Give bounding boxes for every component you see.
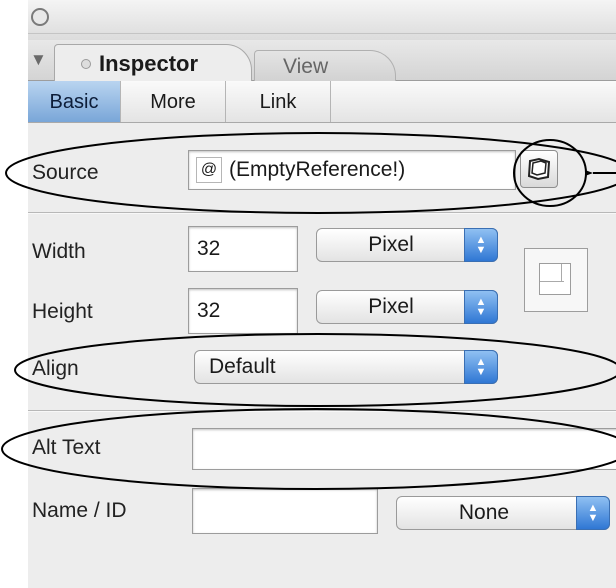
width-unit-select[interactable]: Pixel ▲ ▼ [316, 228, 498, 262]
file-browse-icon [527, 157, 551, 181]
section-divider-2-highlight [28, 411, 616, 412]
tab-view-label: View [283, 55, 329, 78]
subtab-basic[interactable]: Basic [28, 81, 121, 122]
section-divider-highlight [28, 213, 616, 214]
source-value: (EmptyReference!) [229, 158, 406, 181]
name-id-label: Name / ID [32, 499, 127, 522]
width-unit-value: Pixel [368, 233, 414, 256]
width-unit-stepper-icon: ▲ ▼ [464, 228, 498, 262]
close-button[interactable] [31, 8, 49, 26]
align-stepper-icon: ▲ ▼ [464, 350, 498, 384]
alt-text-field[interactable] [192, 428, 616, 470]
height-unit-value: Pixel [368, 295, 414, 318]
subtab-link[interactable]: Link [226, 81, 331, 122]
tab-inspector-label: Inspector [99, 51, 199, 76]
sub-tab-bar: Basic More Link [28, 81, 616, 123]
reference-icon: @ [196, 157, 222, 183]
subtab-more-label: More [150, 91, 196, 113]
name-id-stepper-icon: ▲ ▼ [576, 496, 610, 530]
height-field[interactable]: 32 [188, 288, 298, 334]
tab-bar: ▼ Inspector View [28, 40, 616, 81]
browse-button[interactable] [520, 150, 558, 188]
alt-text-label: Alt Text [32, 436, 101, 459]
title-bar [28, 0, 616, 40]
alignment-preview [524, 248, 588, 312]
height-label: Height [32, 300, 93, 323]
align-select[interactable]: Default ▲ ▼ [194, 350, 498, 384]
subtab-link-label: Link [259, 91, 297, 113]
subtab-more[interactable]: More [121, 81, 226, 122]
inspector-panel: ▼ Inspector View Basic More Link Source … [28, 0, 616, 588]
image-placeholder-icon [539, 263, 571, 295]
name-id-option-value: None [458, 501, 510, 524]
disclosure-triangle-icon[interactable]: ▼ [30, 50, 47, 70]
width-value: 32 [197, 237, 221, 260]
source-field[interactable]: @ (EmptyReference!) [188, 150, 516, 190]
width-label: Width [32, 240, 86, 263]
height-unit-select[interactable]: Pixel ▲ ▼ [316, 290, 498, 324]
tab-status-icon [81, 59, 91, 69]
height-value: 32 [197, 299, 221, 322]
align-value: Default [209, 355, 276, 378]
align-label: Align [32, 357, 79, 380]
title-divider [28, 33, 616, 34]
name-id-field[interactable] [192, 488, 378, 534]
width-field[interactable]: 32 [188, 226, 298, 272]
subtab-basic-label: Basic [49, 91, 99, 113]
source-label: Source [32, 161, 99, 184]
name-id-select[interactable]: None ▲ ▼ [396, 496, 610, 530]
tab-inspector[interactable]: Inspector [54, 44, 252, 81]
height-unit-stepper-icon: ▲ ▼ [464, 290, 498, 324]
tab-view[interactable]: View [254, 50, 396, 81]
